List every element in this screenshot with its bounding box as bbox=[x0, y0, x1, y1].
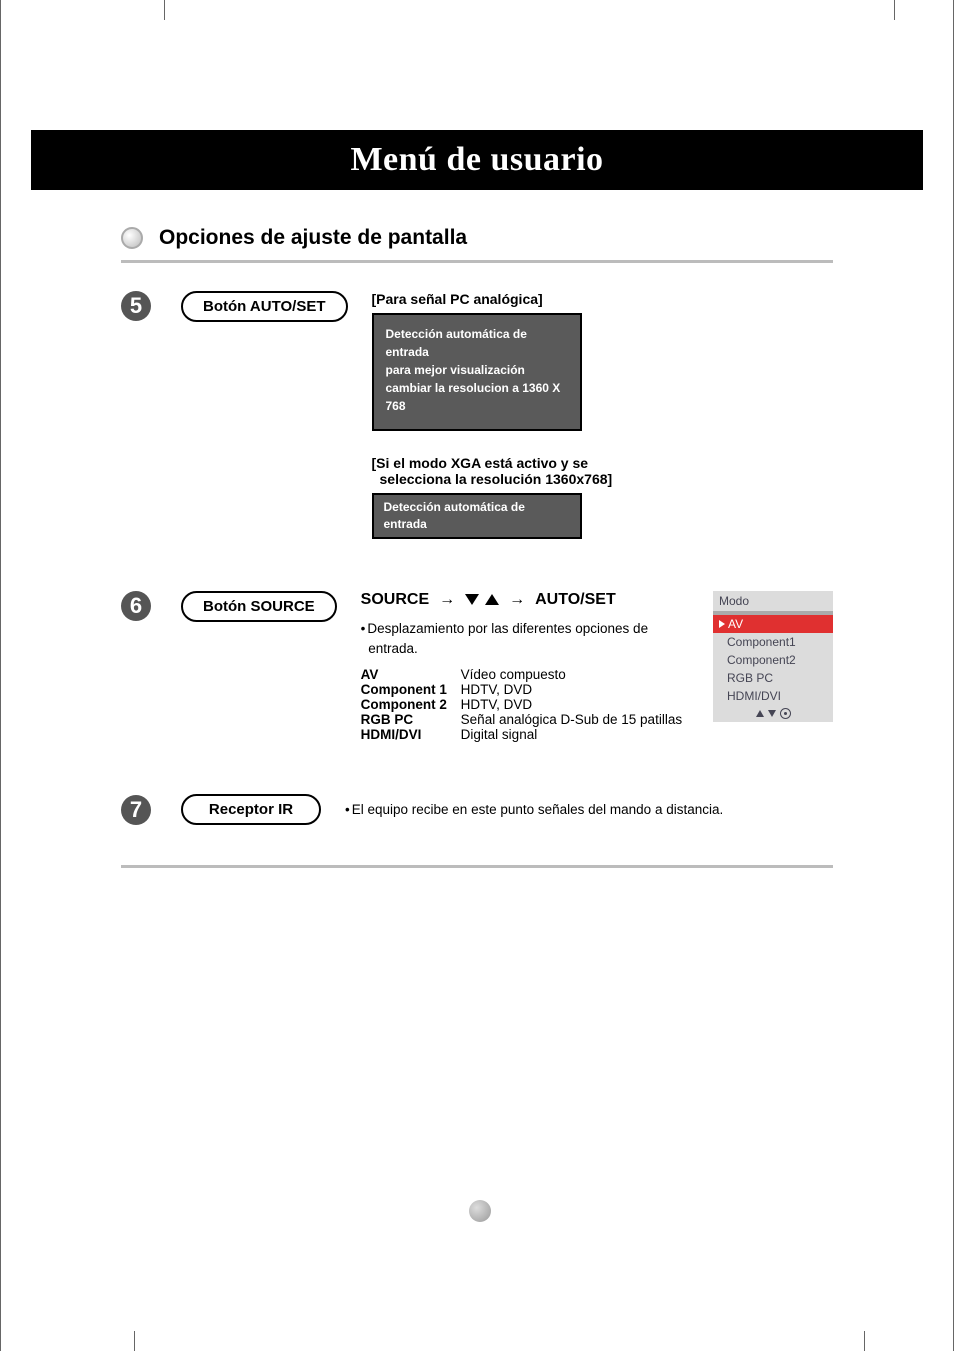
modo-item: Component2 bbox=[713, 651, 833, 669]
source-description: •Desplazamiento por las diferentes opcio… bbox=[361, 619, 693, 660]
flow-autoset: AUTO/SET bbox=[535, 591, 616, 609]
osd-line: cambiar la resolucion a 1360 X 768 bbox=[386, 379, 562, 415]
step-5: 5 Botón AUTO/SET [Para señal PC analógic… bbox=[121, 291, 833, 539]
osd-box-1: Detección automática de entrada para mej… bbox=[372, 313, 582, 431]
step-7: 7 Receptor IR •El equipo recibe en este … bbox=[121, 794, 833, 825]
modo-item: HDMI/DVI bbox=[713, 687, 833, 705]
triangle-up-icon bbox=[485, 594, 499, 605]
modo-footer bbox=[713, 705, 833, 722]
triangle-down-icon bbox=[768, 710, 776, 717]
analog-pc-heading: [Para señal PC analógica] bbox=[372, 291, 834, 307]
osd-line: Detección automática de entrada bbox=[386, 325, 562, 361]
button-label-autoset: Botón AUTO/SET bbox=[181, 291, 348, 322]
triangle-up-icon bbox=[756, 710, 764, 717]
crop-marks-bottom bbox=[1, 1325, 953, 1351]
table-row: AVVídeo compuesto bbox=[361, 667, 693, 682]
title-bar: Menú de usuario bbox=[31, 130, 923, 190]
bullet-icon bbox=[121, 227, 143, 249]
modo-item: RGB PC bbox=[713, 669, 833, 687]
osd-box-2: Detección automática de entrada bbox=[372, 493, 582, 539]
source-flow: SOURCE → → AUTO/SET bbox=[361, 591, 693, 609]
bullet-char: • bbox=[361, 621, 366, 636]
step-number-6: 6 bbox=[121, 591, 151, 621]
enter-icon bbox=[780, 708, 791, 719]
bullet-char: • bbox=[345, 802, 350, 817]
crop-marks-top bbox=[31, 0, 923, 30]
arrow-right-icon: → bbox=[509, 591, 525, 609]
table-row: Component 2HDTV, DVD bbox=[361, 697, 693, 712]
modo-item-selected: AV bbox=[713, 615, 833, 633]
modo-title: Modo bbox=[713, 591, 833, 611]
step-number-7: 7 bbox=[121, 795, 151, 825]
source-table: AVVídeo compuesto Component 1HDTV, DVD C… bbox=[361, 667, 693, 742]
divider bbox=[121, 865, 833, 868]
modo-item: Component1 bbox=[713, 633, 833, 651]
section-heading: Opciones de ajuste de pantalla bbox=[159, 226, 467, 250]
step-number-5: 5 bbox=[121, 291, 151, 321]
button-label-ir: Receptor IR bbox=[181, 794, 321, 825]
page-title: Menú de usuario bbox=[350, 141, 603, 179]
table-row: RGB PCSeñal analógica D-Sub de 15 patill… bbox=[361, 712, 693, 727]
xga-heading-2: selecciona la resolución 1360x768] bbox=[380, 471, 834, 487]
table-row: Component 1HDTV, DVD bbox=[361, 682, 693, 697]
xga-heading-1: [Si el modo XGA está activo y se bbox=[372, 455, 834, 471]
flow-source: SOURCE bbox=[361, 591, 429, 609]
osd-line: para mejor visualización bbox=[386, 361, 562, 379]
table-row: HDMI/DVIDigital signal bbox=[361, 727, 693, 742]
modo-panel: Modo AV Component1 Component2 RGB PC HDM… bbox=[713, 591, 833, 722]
triangle-down-icon bbox=[465, 594, 479, 605]
ir-text: El equipo recibe en este punto señales d… bbox=[352, 802, 724, 817]
step-6: 6 Botón SOURCE SOURCE → → AUTO/SET •Desp… bbox=[121, 591, 833, 743]
page-number-dot bbox=[469, 1200, 491, 1222]
arrow-right-icon: → bbox=[439, 591, 455, 609]
button-label-source: Botón SOURCE bbox=[181, 591, 337, 622]
chevron-right-icon bbox=[719, 620, 725, 628]
divider bbox=[121, 260, 833, 263]
